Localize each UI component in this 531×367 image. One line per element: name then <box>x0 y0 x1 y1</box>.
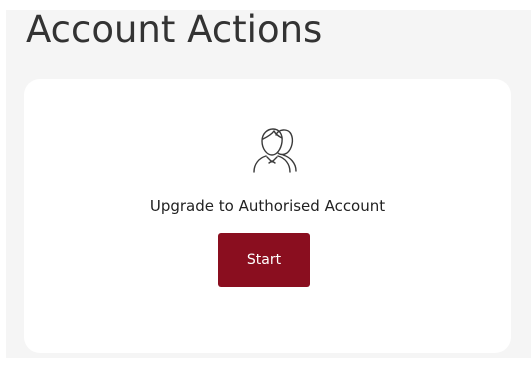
start-button[interactable]: Start <box>218 233 310 287</box>
action-label: Upgrade to Authorised Account <box>149 197 386 215</box>
users-icon <box>250 125 298 179</box>
page-title: Account Actions <box>26 8 323 51</box>
account-action-card: Upgrade to Authorised Account Start <box>24 79 511 353</box>
